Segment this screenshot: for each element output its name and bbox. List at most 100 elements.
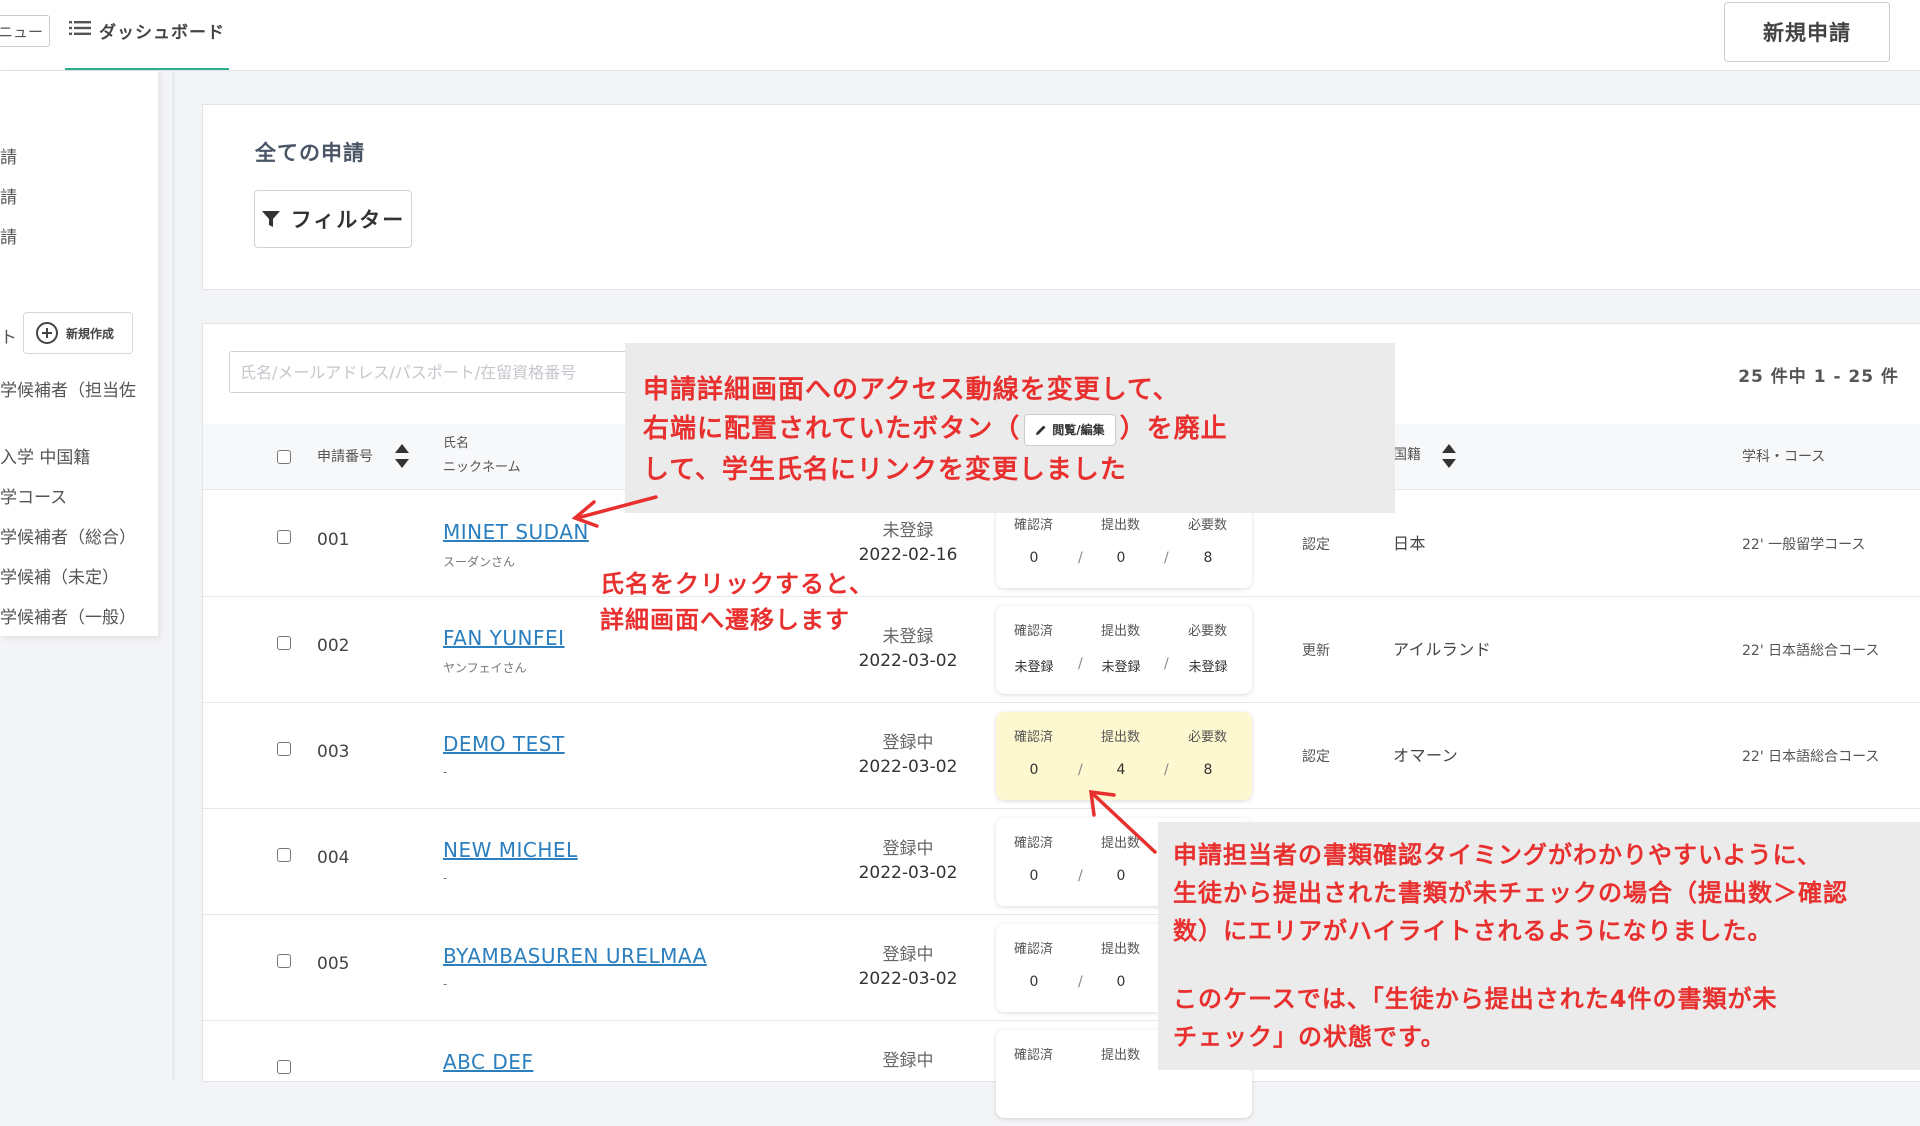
sidebar-list-item[interactable]: 学候補者（担当佐 <box>0 376 136 401</box>
doc-header-confirmed: 確認済 <box>1014 1048 1054 1063</box>
header-nationality: 国籍 <box>1393 447 1421 463</box>
sort-icon[interactable] <box>1440 440 1458 472</box>
doc-confirmed: 0 <box>1029 974 1039 990</box>
date: 2022-03-02 <box>858 863 958 883</box>
name-note-line2: 詳細画面へ遷移します <box>600 606 850 634</box>
callout-top-line2-before: 右端に配置されていたボタン（ <box>643 414 1021 444</box>
pencil-icon <box>1036 425 1046 435</box>
status: 登録中 <box>882 945 934 965</box>
doc-required: 8 <box>1203 762 1213 778</box>
separator: / <box>1078 974 1083 990</box>
nickname: スーダンさん <box>443 555 516 569</box>
course: 22' 一般留学コース <box>1742 537 1866 553</box>
sidebar-list-item[interactable]: 学候補者（総合） <box>0 523 136 548</box>
sidebar-item-1[interactable]: 請 <box>0 143 17 168</box>
menu-toggle-button[interactable]: ニュー <box>0 15 50 47</box>
doc-header-submitted: 提出数 <box>1101 836 1141 851</box>
row-checkbox[interactable] <box>277 848 291 862</box>
sidebar-divider <box>172 71 175 1080</box>
sort-icon[interactable] <box>393 440 411 472</box>
separator: / <box>1164 656 1169 672</box>
sidebar-list-item[interactable]: 学候補（未定） <box>0 563 119 588</box>
sidebar-item-2[interactable]: 請 <box>0 183 17 208</box>
doc-required: 8 <box>1203 550 1213 566</box>
result-count: 25 件中 1 - 25 件 <box>1738 367 1899 387</box>
callout-bottom-line4: このケースでは、「生徒から提出された4件の書類が未 <box>1173 985 1778 1013</box>
view-edit-label: 閲覧/編集 <box>1052 422 1105 437</box>
callout-top-line2-after: ）を廃止 <box>1119 414 1228 444</box>
callout-top-line1: 申請詳細画面へのアクセス動線を変更して、 <box>643 375 1180 405</box>
search-input[interactable] <box>229 351 649 393</box>
filter-icon <box>261 211 280 227</box>
callout-bottom-line2: 生徒から提出された書類が未チェックの場合（提出数＞確認 <box>1173 879 1848 907</box>
application-type: 認定 <box>1302 537 1330 553</box>
new-application-button[interactable]: 新規申請 <box>1724 2 1890 62</box>
doc-required: 未登録 <box>1188 660 1228 675</box>
application-type: 更新 <box>1302 643 1330 659</box>
student-name-link[interactable]: DEMO TEST <box>443 732 565 756</box>
sidebar-item-3[interactable]: 請 <box>0 223 17 248</box>
date: 2022-03-02 <box>858 969 958 989</box>
row-checkbox[interactable] <box>277 530 291 544</box>
row-checkbox[interactable] <box>277 742 291 756</box>
document-counts: 確認済 提出数 必要数 未登録 / 未登録 / 未登録 <box>996 606 1252 694</box>
row-checkbox[interactable] <box>277 954 291 968</box>
separator: / <box>1078 550 1083 566</box>
row-checkbox[interactable] <box>277 636 291 650</box>
annotation-callout-bottom: 申請担当者の書類確認タイミングがわかりやすいように、 生徒から提出された書類が未… <box>1158 822 1920 1070</box>
doc-header-submitted: 提出数 <box>1101 1048 1141 1063</box>
header-name: 氏名 <box>443 436 470 451</box>
name-note-line1: 氏名をクリックすると、 <box>600 570 875 598</box>
filter-label: フィルター <box>290 208 406 232</box>
student-name-link[interactable]: NEW MICHEL <box>443 838 578 862</box>
doc-confirmed: 0 <box>1029 868 1039 884</box>
doc-confirmed: 未登録 <box>1014 660 1054 675</box>
doc-submitted: 0 <box>1116 868 1126 884</box>
app-number: 001 <box>317 530 350 550</box>
doc-confirmed: 0 <box>1029 762 1039 778</box>
app-number: 003 <box>317 742 350 762</box>
nickname: ヤンフェイさん <box>443 661 527 675</box>
create-list-button[interactable]: 新規作成 <box>23 312 133 354</box>
doc-header-submitted: 提出数 <box>1101 730 1141 745</box>
nationality: オマーン <box>1393 746 1459 765</box>
separator: / <box>1164 762 1169 778</box>
document-counts: 確認済 提出数 必要数 0 / 0 / 8 <box>996 500 1252 588</box>
doc-header-required: 必要数 <box>1188 730 1228 745</box>
doc-header-confirmed: 確認済 <box>1014 942 1054 957</box>
student-name-link[interactable]: ABC DEF <box>443 1050 533 1074</box>
header-app-number: 申請番号 <box>317 449 373 465</box>
app-number: 002 <box>317 636 350 656</box>
application-type: 認定 <box>1302 749 1330 765</box>
student-name-link[interactable]: FAN YUNFEI <box>443 626 565 650</box>
table-row: 002 FAN YUNFEI ヤンフェイさん 未登録 2022-03-02 確認… <box>203 596 1920 703</box>
doc-header-confirmed: 確認済 <box>1014 836 1054 851</box>
date: 2022-02-16 <box>858 545 958 565</box>
title-card: 全ての申請 フィルター <box>202 104 1920 290</box>
doc-header-required: 必要数 <box>1188 518 1228 533</box>
nationality: アイルランド <box>1393 640 1492 659</box>
header-nickname: ニックネーム <box>443 460 521 475</box>
sidebar-list-item[interactable]: 学候補者（一般） <box>0 603 136 628</box>
sidebar-list-item[interactable]: 学コース <box>0 483 67 508</box>
doc-header-submitted: 提出数 <box>1101 942 1141 957</box>
tab-dashboard[interactable]: ダッシュボード <box>65 0 229 70</box>
tab-dashboard-label: ダッシュボード <box>99 23 225 43</box>
sidebar-list-item[interactable]: 入学 中国籍 <box>0 443 90 468</box>
select-all-checkbox[interactable] <box>277 450 291 464</box>
plus-circle-icon <box>36 322 58 344</box>
doc-submitted: 未登録 <box>1101 660 1141 675</box>
header-course: 学科・コース <box>1742 449 1826 465</box>
doc-header-confirmed: 確認済 <box>1014 518 1054 533</box>
status: 登録中 <box>882 839 934 859</box>
doc-header-confirmed: 確認済 <box>1014 624 1054 639</box>
student-name-link[interactable]: MINET SUDAN <box>443 520 589 544</box>
callout-bottom-line1: 申請担当者の書類確認タイミングがわかりやすいように、 <box>1173 841 1822 869</box>
filter-button[interactable]: フィルター <box>254 190 412 248</box>
row-checkbox[interactable] <box>277 1060 291 1074</box>
student-name-link[interactable]: BYAMBASUREN URELMAA <box>443 944 707 968</box>
callout-bottom-line3: 数）にエリアがハイライトされるようになりました。 <box>1173 917 1773 945</box>
sidebar: 請 請 請 ト 新規作成 学候補者（担当佐 入学 中国籍 学コース 学候補者（総… <box>0 71 158 636</box>
callout-top-line2: 右端に配置されていたボタン（ 閲覧/編集 ）を廃止 <box>643 410 1228 449</box>
app-number: 004 <box>317 848 350 868</box>
